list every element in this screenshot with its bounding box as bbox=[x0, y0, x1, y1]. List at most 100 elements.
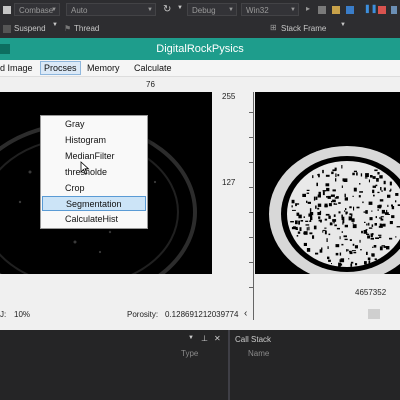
refresh-icon[interactable]: ↻ bbox=[163, 4, 171, 15]
pore-speck bbox=[379, 175, 383, 179]
pore-speck bbox=[328, 233, 331, 236]
pin-icon[interactable]: ⊥ bbox=[201, 334, 208, 343]
menu-memory[interactable]: Memory bbox=[87, 62, 120, 74]
pore-speck bbox=[339, 236, 341, 240]
axis-tick bbox=[249, 112, 253, 113]
locals-panel: ▼ ⊥ ✕ Type bbox=[0, 330, 228, 400]
pore-speck bbox=[290, 221, 294, 223]
pore-speck bbox=[381, 209, 385, 214]
pore-speck bbox=[327, 256, 330, 260]
pore-speck bbox=[344, 210, 346, 212]
pore-speck bbox=[368, 179, 370, 183]
restart-icon[interactable] bbox=[391, 6, 397, 14]
pore-speck bbox=[305, 224, 310, 226]
debug-config-combo[interactable]: Debug ▼ bbox=[187, 3, 237, 16]
pore-speck bbox=[371, 224, 374, 227]
thread-filter-icon[interactable]: ⚑ bbox=[64, 24, 71, 33]
pore-speck bbox=[344, 193, 346, 198]
pore-speck bbox=[331, 263, 332, 265]
menu-procses[interactable]: Procses bbox=[40, 61, 81, 75]
pore-speck bbox=[309, 220, 312, 222]
pore-speck bbox=[322, 169, 324, 174]
pore-speck bbox=[386, 246, 390, 250]
pore-speck bbox=[395, 236, 397, 238]
pore-speck bbox=[373, 194, 375, 197]
pore-speck bbox=[353, 170, 357, 173]
target-combo[interactable]: Win32 ▼ bbox=[241, 3, 299, 16]
menu-item-gray[interactable]: Gray bbox=[42, 117, 146, 132]
axis-tick bbox=[249, 187, 253, 188]
pore-speck bbox=[331, 171, 334, 175]
stop-icon[interactable] bbox=[378, 6, 386, 14]
pore-speck bbox=[368, 260, 371, 264]
toolbar-icon[interactable] bbox=[318, 6, 326, 14]
pore-speck bbox=[295, 203, 297, 207]
axis-tick bbox=[249, 237, 253, 238]
pore-speck bbox=[345, 211, 348, 214]
pause-icon[interactable]: ❚❚ bbox=[364, 4, 377, 13]
menu-item-histogram[interactable]: Histogram bbox=[42, 133, 146, 148]
solution-config-combo[interactable]: Combase ▼ bbox=[14, 3, 60, 16]
pore-speck bbox=[291, 199, 295, 204]
pore-speck bbox=[371, 253, 375, 257]
toolbar-icon[interactable] bbox=[3, 6, 11, 14]
pore-speck bbox=[372, 185, 376, 188]
pore-speck bbox=[326, 187, 330, 192]
scroll-left-icon[interactable]: ‹ bbox=[244, 308, 247, 319]
menu-item-crop[interactable]: Crop bbox=[42, 181, 146, 196]
mouse-cursor-icon bbox=[80, 161, 90, 175]
menu-item-threshold[interactable]: thresholde bbox=[42, 165, 146, 180]
pore-speck bbox=[366, 251, 368, 255]
chevron-down-icon[interactable]: ▼ bbox=[52, 22, 58, 28]
toolbar-overflow-icon[interactable]: ▸ bbox=[306, 4, 310, 13]
pore-speck bbox=[348, 258, 350, 260]
pore-speck bbox=[352, 195, 354, 197]
stack-frame-icon[interactable]: ⊞ bbox=[270, 23, 277, 32]
menu-item-calculatehist[interactable]: CalculateHist bbox=[42, 212, 146, 227]
segmented-image-pane[interactable] bbox=[255, 92, 400, 282]
pore-speck bbox=[339, 263, 342, 265]
pore-speck bbox=[303, 242, 307, 246]
pore-speck bbox=[317, 203, 322, 207]
ide-bottom-panels: ▼ ⊥ ✕ Type Call Stack Name bbox=[0, 330, 400, 400]
menu-item-segmentation[interactable]: Segmentation bbox=[42, 196, 146, 211]
chevron-down-icon[interactable]: ▼ bbox=[340, 22, 346, 28]
platform-combo[interactable]: Auto ▼ bbox=[66, 3, 156, 16]
close-icon[interactable]: ✕ bbox=[214, 334, 221, 343]
diagnostics-icon[interactable] bbox=[346, 6, 354, 14]
pore-speck bbox=[341, 231, 343, 233]
axis-tick bbox=[249, 287, 253, 288]
pore-speck bbox=[353, 206, 355, 211]
pore-speck bbox=[395, 193, 399, 196]
menu-load-image[interactable]: d Image bbox=[0, 62, 33, 74]
pore-speck bbox=[322, 191, 325, 196]
pore-speck bbox=[312, 175, 314, 179]
pore-speck bbox=[359, 239, 361, 243]
pore-speck bbox=[334, 224, 337, 227]
attach-icon[interactable] bbox=[332, 6, 340, 14]
chevron-down-icon[interactable]: ▼ bbox=[188, 335, 194, 341]
pore-speck bbox=[338, 211, 341, 214]
pore-speck bbox=[358, 195, 361, 198]
pore-speck bbox=[325, 174, 330, 177]
axis-tick bbox=[249, 137, 253, 138]
suspend-button[interactable]: Suspend bbox=[14, 24, 46, 33]
chevron-down-icon[interactable]: ▼ bbox=[177, 5, 183, 11]
pore-speck bbox=[360, 173, 363, 177]
menu-item-medianfilter[interactable]: MedianFilter bbox=[42, 149, 146, 164]
ide-toolbar: Combase ▼ Auto ▼ ↻ ▼ Debug ▼ Win32 ▼ ▸ ❚❚ bbox=[0, 0, 400, 20]
pore-speck bbox=[316, 182, 318, 187]
pore-speck bbox=[359, 191, 363, 193]
pore-speck bbox=[300, 220, 304, 222]
pore-speck bbox=[306, 248, 311, 252]
pore-speck bbox=[351, 213, 353, 217]
axis-mid-label: 127 bbox=[222, 178, 236, 187]
menu-calculate[interactable]: Calculate bbox=[134, 62, 172, 74]
pore-speck bbox=[313, 225, 317, 230]
pore-speck bbox=[353, 251, 357, 254]
pore-speck bbox=[364, 177, 368, 179]
scrollbar-thumb[interactable] bbox=[368, 309, 380, 319]
pore-speck bbox=[315, 205, 317, 209]
histogram-max-label: 4657352 bbox=[355, 288, 387, 297]
pore-speck bbox=[367, 235, 370, 239]
